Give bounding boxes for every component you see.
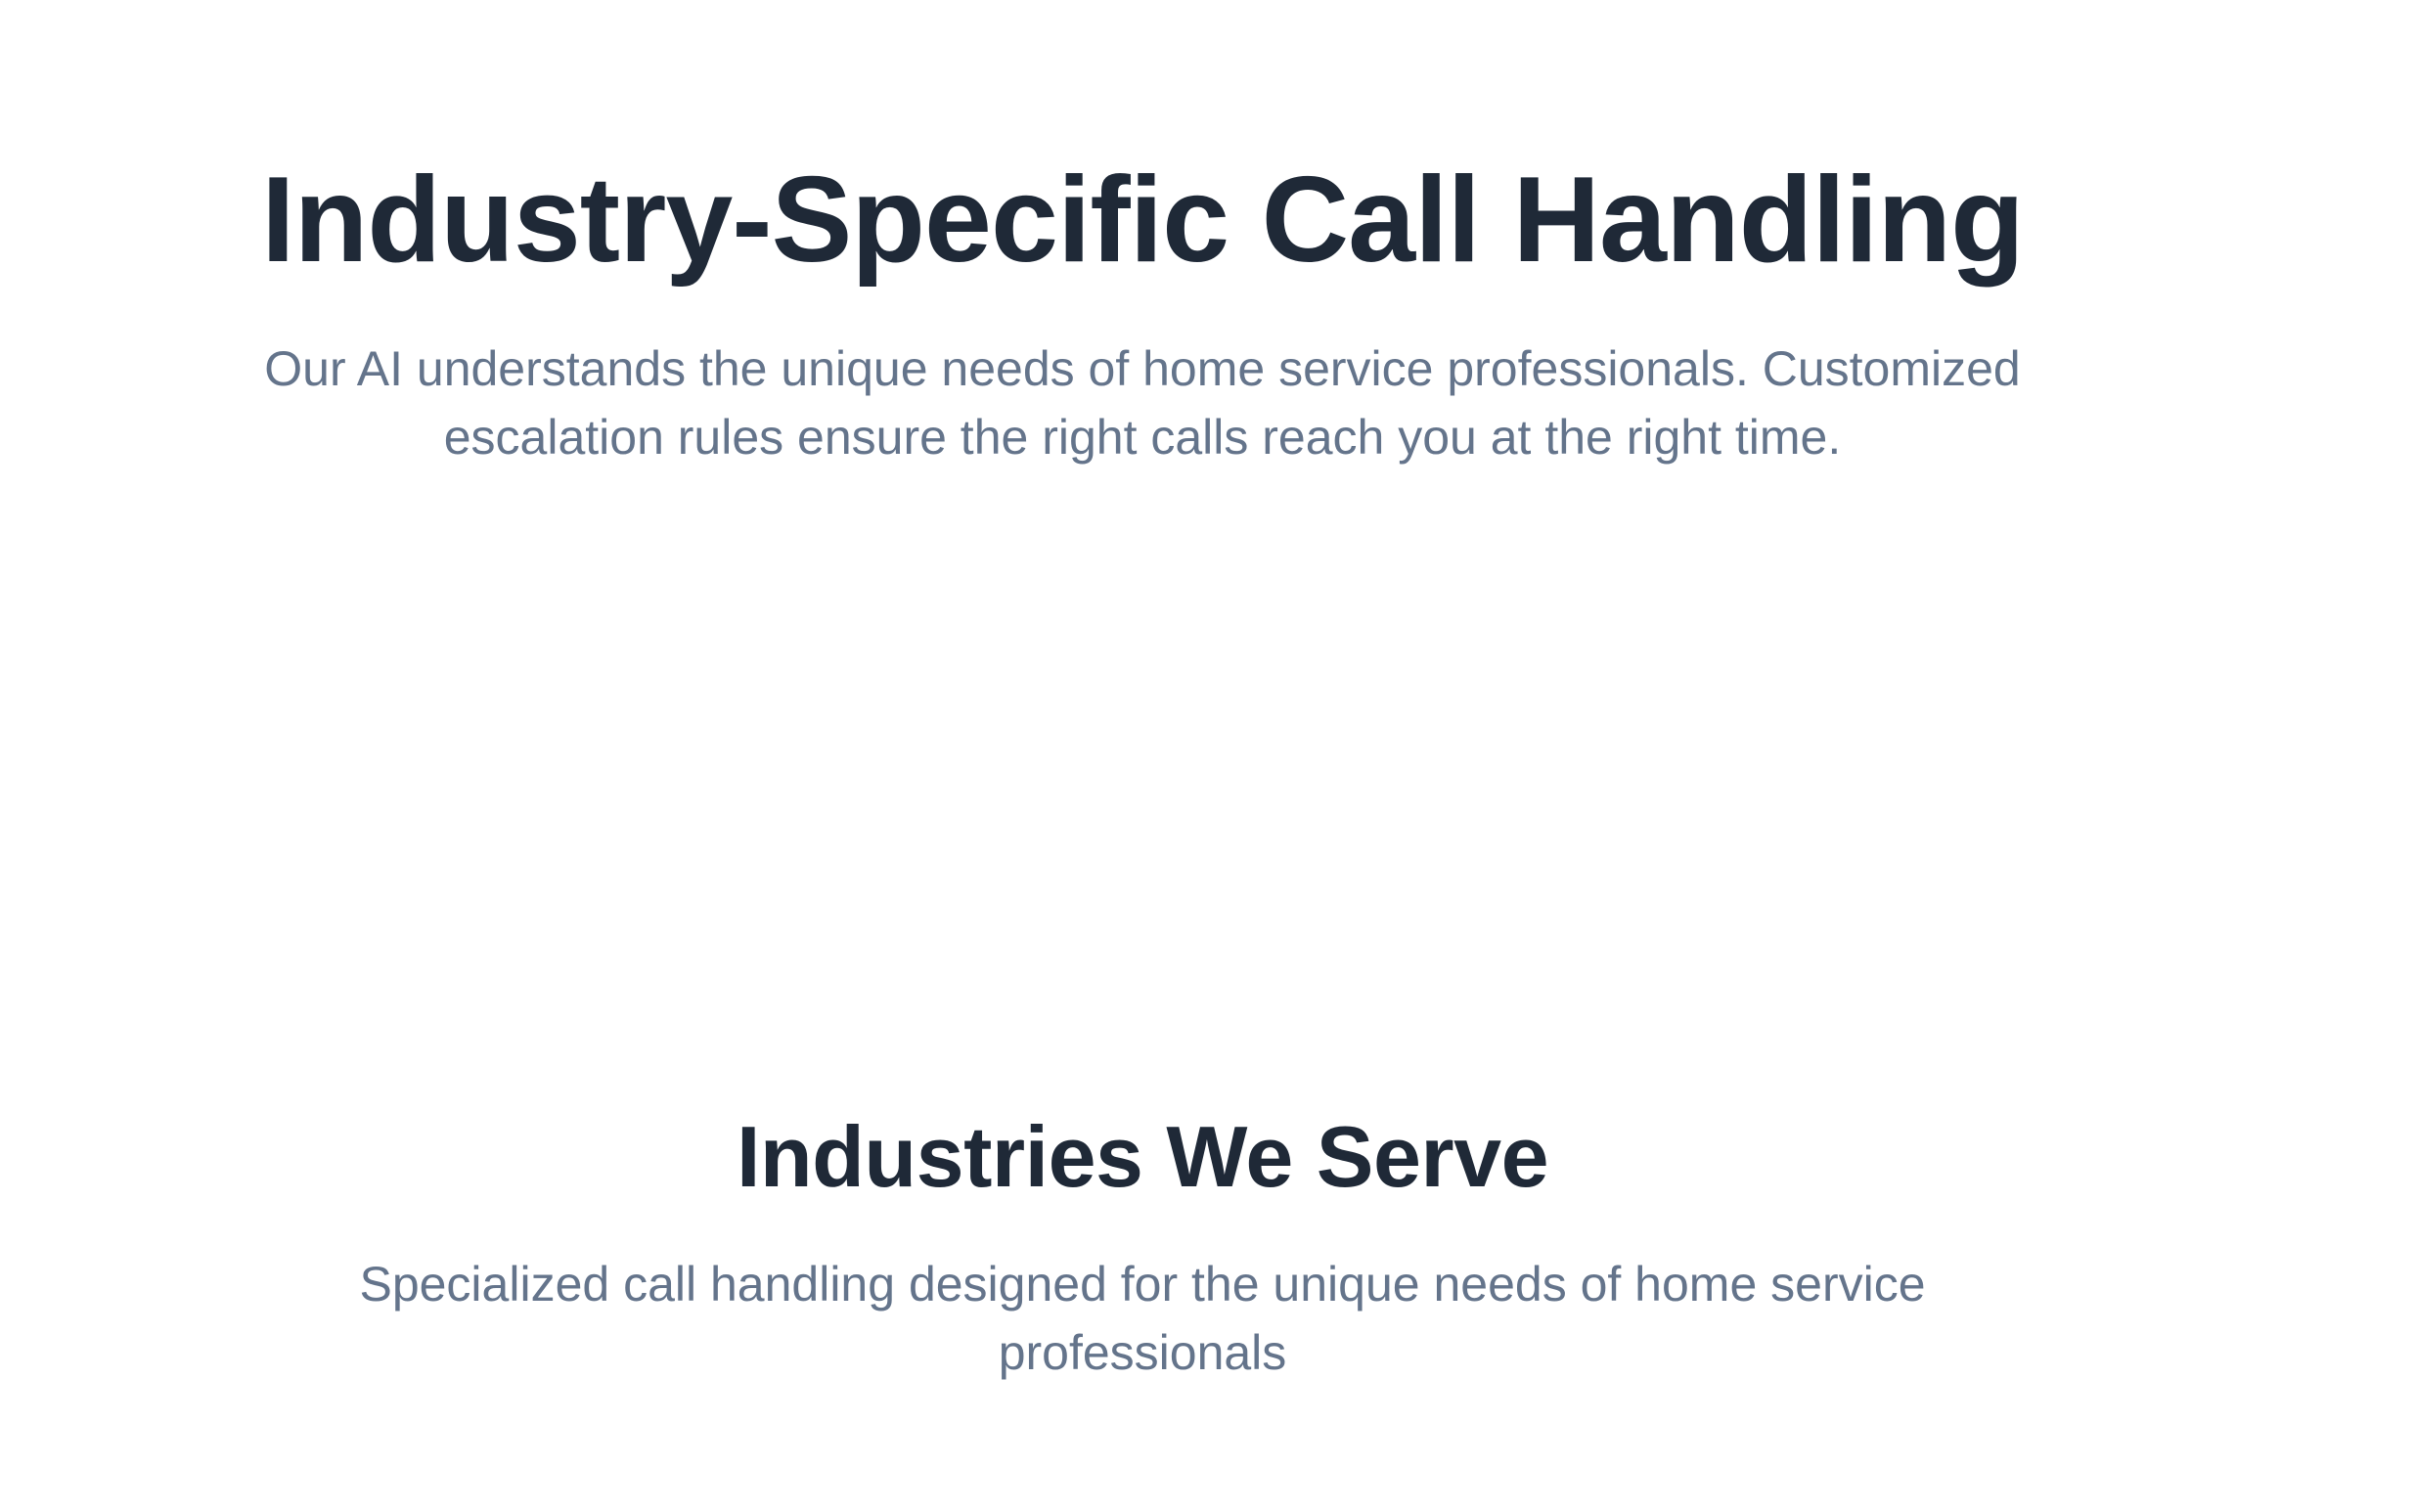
page: Industry-Specific Call Handling Our AI u…	[0, 0, 2414, 1512]
industries-section: Industries We Serve Specialized call han…	[0, 1103, 2285, 1387]
hero-section: Industry-Specific Call Handling Our AI u…	[0, 147, 2285, 471]
hero-title: Industry-Specific Call Handling	[261, 153, 2025, 288]
industries-subtitle: Specialized call handling designed for t…	[359, 1257, 1926, 1380]
industries-title: Industries We Serve	[736, 1108, 1549, 1205]
hero-subtitle: Our AI understands the unique needs of h…	[264, 341, 2021, 465]
